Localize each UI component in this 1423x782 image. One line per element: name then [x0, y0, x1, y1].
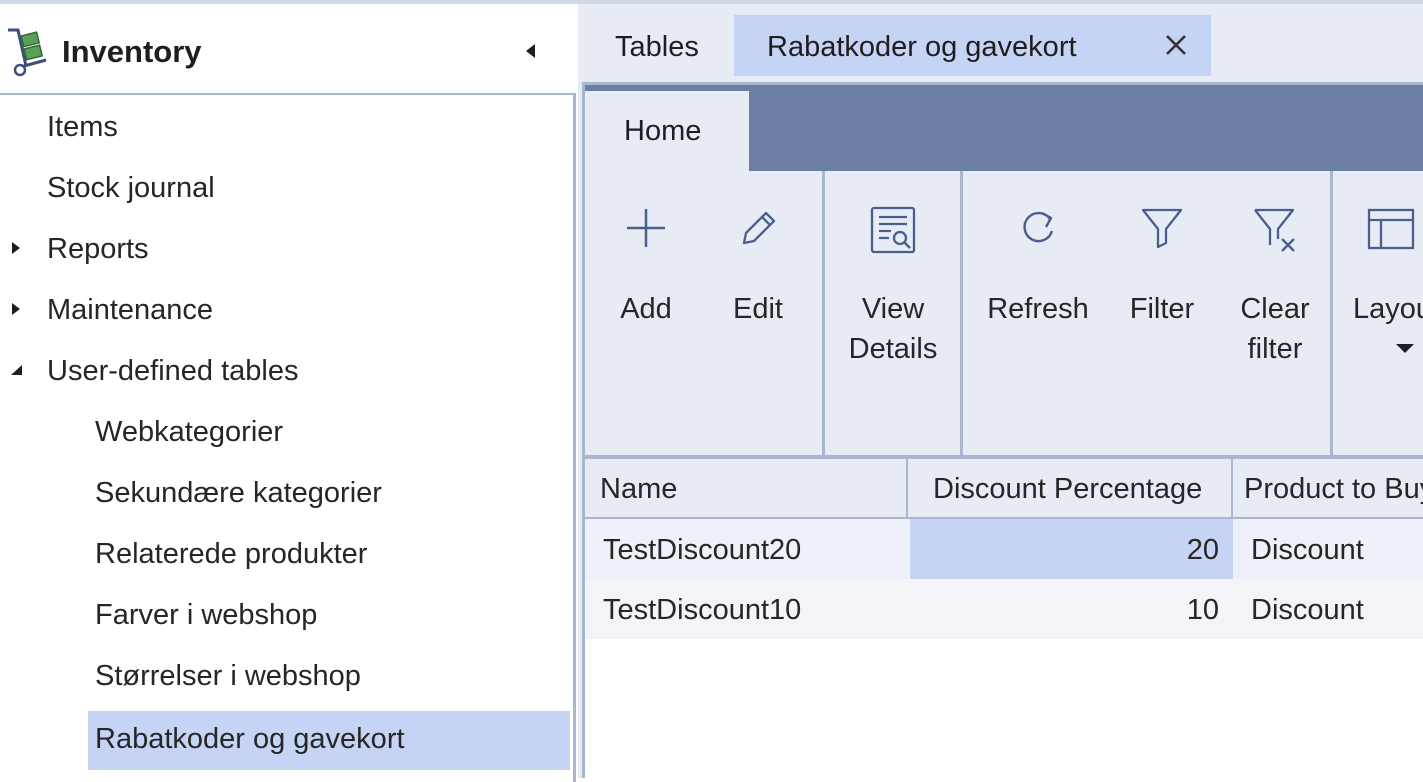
cell-text: Discount — [1251, 594, 1364, 626]
tab-rabatkoder-og-gavekort[interactable]: Rabatkoder og gavekort — [734, 15, 1211, 76]
sidebar-item-stoerrelser-i-webshop[interactable]: Størrelser i webshop — [0, 648, 572, 709]
collapse-sidebar-icon[interactable] — [520, 38, 542, 64]
main-pane: Tables Rabatkoder og gavekort Home Add E… — [578, 4, 1423, 781]
column-header-label: Name — [600, 473, 678, 505]
cell-text: TestDiscount10 — [603, 594, 802, 626]
tab-tables[interactable]: Tables — [598, 15, 733, 76]
sidebar-item-label: Relaterede produkter — [95, 538, 368, 570]
refresh-button[interactable]: Refresh — [977, 171, 1099, 455]
ribbon-toolbar: Add Edit View Details Refresh Filter Cle… — [585, 171, 1423, 459]
sidebar-item-farver-i-webshop[interactable]: Farver i webshop — [0, 587, 572, 648]
layout-label: Layout — [1353, 293, 1423, 325]
clear-filter-label: Clear filter — [1240, 293, 1310, 365]
sidebar-item-label: Farver i webshop — [95, 599, 318, 631]
column-header-discount-percentage[interactable]: Discount Percentage — [910, 459, 1233, 517]
cell-text: Discount — [1251, 534, 1364, 566]
close-icon[interactable] — [1162, 31, 1190, 59]
table-row[interactable]: TestDiscount20 20 Discount — [585, 519, 1423, 579]
sidebar: Inventory Items Stock journal Reports Ma… — [0, 4, 576, 782]
column-header-label: Product to Buy — [1244, 473, 1423, 505]
column-header-label: Discount Percentage — [933, 473, 1203, 505]
ribbon-separator — [822, 171, 825, 455]
ribbon-tab-home[interactable]: Home — [585, 91, 749, 171]
sidebar-item-reports[interactable]: Reports — [0, 221, 572, 282]
clear-filter-button[interactable]: Clear filter — [1225, 171, 1325, 455]
filter-icon — [1141, 208, 1183, 249]
document-area: Home Add Edit View Details Refresh Filte… — [582, 82, 1423, 781]
column-header-name[interactable]: Name — [585, 459, 908, 517]
column-header-product-to-buy[interactable]: Product to Buy — [1235, 459, 1423, 517]
data-grid: Name Discount Percentage Product to Buy … — [585, 459, 1423, 781]
layout-button[interactable]: Layout — [1337, 171, 1423, 455]
clear-filter-icon — [1254, 208, 1295, 252]
expand-arrow-icon[interactable] — [8, 237, 24, 259]
view-details-icon — [870, 206, 916, 254]
cell-name[interactable]: TestDiscount10 — [585, 579, 910, 639]
refresh-label: Refresh — [987, 293, 1089, 325]
collapse-arrow-icon[interactable] — [8, 359, 24, 381]
hand-truck-icon — [8, 28, 47, 77]
sidebar-item-items[interactable]: Items — [0, 99, 572, 160]
pencil-icon — [742, 211, 776, 245]
table-row[interactable]: TestDiscount10 10 Discount — [585, 579, 1423, 639]
sidebar-item-label: Sekundære kategorier — [95, 477, 382, 509]
plus-icon — [627, 209, 665, 247]
grid-header: Name Discount Percentage Product to Buy — [585, 459, 1423, 519]
filter-button[interactable]: Filter — [1117, 171, 1207, 455]
ribbon-separator — [1330, 171, 1333, 455]
sidebar-title: Inventory — [62, 34, 202, 69]
sidebar-item-user-defined-tables[interactable]: User-defined tables — [0, 343, 572, 404]
cell-discount-percentage[interactable]: 10 — [910, 579, 1233, 639]
sidebar-item-rabatkoder-og-gavekort[interactable]: Rabatkoder og gavekort — [0, 709, 572, 770]
sidebar-item-label: Items — [47, 111, 118, 143]
expand-arrow-icon[interactable] — [8, 298, 24, 320]
filter-label: Filter — [1129, 293, 1195, 325]
layout-icon — [1367, 208, 1415, 250]
tab-label: Rabatkoder og gavekort — [767, 31, 1077, 63]
sidebar-item-sekundaere-kategorier[interactable]: Sekundære kategorier — [0, 465, 572, 526]
sidebar-header: Inventory — [0, 4, 576, 93]
sidebar-item-label: Maintenance — [47, 294, 214, 326]
view-details-button[interactable]: View Details — [829, 171, 957, 455]
refresh-icon — [1023, 211, 1054, 243]
sidebar-item-label: Rabatkoder og gavekort — [95, 723, 405, 755]
ribbon-tab-label: Home — [624, 115, 702, 147]
cell-name[interactable]: TestDiscount20 — [585, 519, 910, 579]
cell-product[interactable]: Discount — [1235, 579, 1423, 639]
edit-button[interactable]: Edit — [715, 171, 801, 455]
edit-label: Edit — [733, 293, 783, 325]
sidebar-item-label: Reports — [47, 233, 149, 265]
cell-text: TestDiscount20 — [603, 534, 802, 566]
chevron-down-icon — [1396, 344, 1414, 353]
sidebar-item-webkategorier[interactable]: Webkategorier — [0, 404, 572, 465]
cell-discount-percentage[interactable]: 20 — [910, 519, 1233, 579]
cell-product[interactable]: Discount — [1235, 519, 1423, 579]
document-tabs: Tables Rabatkoder og gavekort — [578, 4, 1423, 76]
tab-label: Tables — [615, 31, 699, 63]
add-button[interactable]: Add — [603, 171, 689, 455]
ribbon-separator — [960, 171, 963, 455]
cell-text: 20 — [1186, 534, 1219, 566]
sidebar-item-label: Stock journal — [47, 172, 215, 204]
ribbon-tab-bar: Home — [585, 85, 1423, 171]
view-details-label: View Details — [848, 293, 938, 365]
sidebar-item-stock-journal[interactable]: Stock journal — [0, 160, 572, 221]
add-label: Add — [620, 293, 672, 325]
sidebar-item-label: Webkategorier — [95, 416, 284, 448]
sidebar-item-label: User-defined tables — [47, 355, 299, 387]
cell-text: 10 — [1186, 594, 1219, 626]
sidebar-item-maintenance[interactable]: Maintenance — [0, 282, 572, 343]
sidebar-item-relaterede-produkter[interactable]: Relaterede produkter — [0, 526, 572, 587]
sidebar-item-label: Størrelser i webshop — [95, 660, 361, 692]
